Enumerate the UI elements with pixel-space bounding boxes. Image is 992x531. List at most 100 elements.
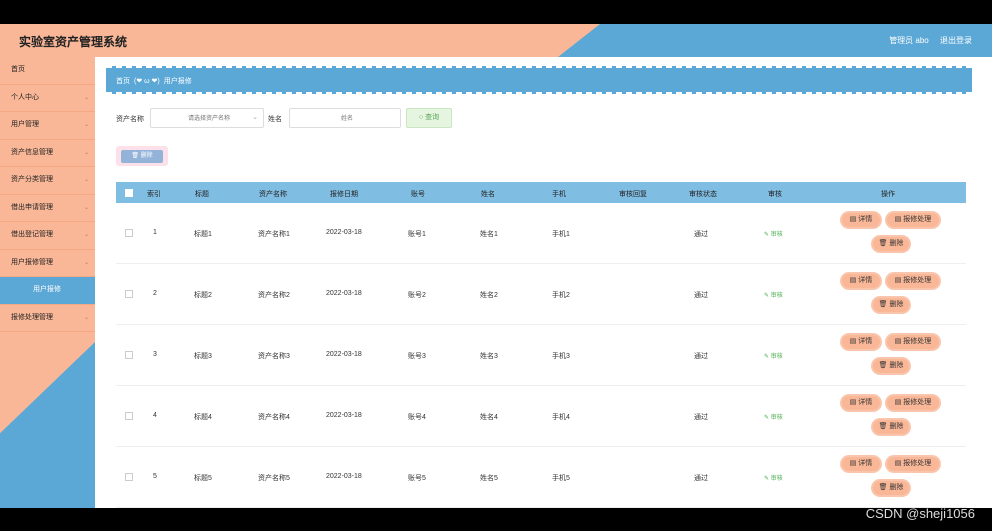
trash-icon: 🗑 <box>131 153 139 159</box>
cell-index: 3 <box>153 351 157 358</box>
name-input[interactable] <box>290 109 404 129</box>
chevron-down-icon: ⌄ <box>83 314 89 321</box>
query-button[interactable]: ○ 查询 <box>406 108 452 128</box>
row-checkbox[interactable] <box>125 412 133 420</box>
detail-button[interactable]: ▤ 详情 <box>842 396 880 410</box>
asset-name-label: 资产名称 <box>116 116 144 123</box>
cell-account: 账号3 <box>408 353 426 360</box>
document-icon: ▤ <box>894 399 902 406</box>
col-asset: 资产名称 <box>259 191 287 198</box>
asset-name-select[interactable]: ⌄ <box>150 108 267 129</box>
sidebar-item-label: 资产分类管理 <box>11 176 53 183</box>
chevron-down-icon: ⌄ <box>83 149 89 156</box>
name-field[interactable] <box>289 108 404 129</box>
trash-icon: 🗑 <box>878 240 888 247</box>
document-icon: ▤ <box>894 460 902 467</box>
cell-asset: 资产名称1 <box>258 231 290 238</box>
cell-phone: 手机5 <box>552 475 570 482</box>
app-window: 实验室资产管理系统 管理员 abo 退出登录 首页 个人中心 ⌄ 用户管理 ⌄ 资产信息管… <box>0 24 992 508</box>
audit-link[interactable]: ✎ 审核 <box>764 412 783 421</box>
trash-icon: 🗑 <box>878 484 888 491</box>
delete-button[interactable]: 🗑 删除 <box>873 481 909 495</box>
col-phone: 手机 <box>552 191 566 198</box>
delete-button[interactable]: 🗑 删除 <box>873 237 909 251</box>
cell-status: 通过 <box>694 475 708 482</box>
chevron-down-icon: ⌄ <box>83 94 89 101</box>
cell-title: 标题3 <box>194 353 212 360</box>
cell-name: 姓名2 <box>480 292 498 299</box>
row-checkbox[interactable] <box>125 473 133 481</box>
table-row: 2 标题2 资产名称2 2022-03-18 账号2 姓名2 手机2 通过 ✎ 审核 ▤ 详情 ▤ … <box>116 264 966 325</box>
cell-index: 1 <box>153 229 157 236</box>
sidebar-item[interactable]: 用户报修管理 ⌄ <box>0 250 95 277</box>
cell-status: 通过 <box>694 231 708 238</box>
repair-button[interactable]: ▤ 报修处理 <box>887 457 939 471</box>
detail-label: 详情 <box>858 460 873 467</box>
delete-button[interactable]: 🗑 删除 <box>873 298 909 312</box>
chevron-down-icon: ⌄ <box>83 204 89 211</box>
edit-icon: ✎ <box>764 476 770 482</box>
cell-date: 2022-03-18 <box>326 229 362 236</box>
audit-link[interactable]: ✎ 审核 <box>764 229 783 238</box>
detail-button[interactable]: ▤ 详情 <box>842 213 880 227</box>
sidebar-item[interactable]: 资产分类管理 ⌄ <box>0 167 95 195</box>
chevron-down-icon: ⌄ <box>83 259 89 266</box>
audit-link-label: 审核 <box>770 415 783 421</box>
search-icon: ○ <box>418 114 424 121</box>
chevron-down-icon: ⌄ <box>252 114 258 121</box>
cell-asset: 资产名称5 <box>258 475 290 482</box>
delete-label: 删除 <box>889 362 904 369</box>
asset-name-input[interactable] <box>151 109 267 129</box>
cell-account: 账号5 <box>408 475 426 482</box>
cell-status: 通过 <box>694 414 708 421</box>
repair-table: 索引 标题 资产名称 报修日期 账号 姓名 手机 审核回复 审核状态 审核 操作… <box>116 182 966 508</box>
cell-index: 4 <box>153 412 157 419</box>
delete-button[interactable]: 🗑 删除 <box>873 359 909 373</box>
sidebar-item[interactable]: 个人中心 ⌄ <box>0 85 95 112</box>
select-all-checkbox[interactable] <box>125 189 133 197</box>
detail-icon: ▤ <box>849 277 857 284</box>
cell-phone: 手机4 <box>552 414 570 421</box>
delete-button[interactable]: 🗑 删除 <box>873 420 909 434</box>
cell-phone: 手机3 <box>552 353 570 360</box>
repair-button[interactable]: ▤ 报修处理 <box>887 396 939 410</box>
repair-button[interactable]: ▤ 报修处理 <box>887 274 939 288</box>
detail-button[interactable]: ▤ 详情 <box>842 457 880 471</box>
sidebar-item[interactable]: 资产信息管理 ⌄ <box>0 140 95 167</box>
sidebar-item[interactable]: 借出登记管理 ⌄ <box>0 222 95 250</box>
edit-icon: ✎ <box>764 354 770 360</box>
row-checkbox[interactable] <box>125 351 133 359</box>
trash-icon: 🗑 <box>878 301 888 308</box>
audit-link[interactable]: ✎ 审核 <box>764 290 783 299</box>
audit-link[interactable]: ✎ 审核 <box>764 473 783 482</box>
breadcrumb-home[interactable]: 首页 <box>116 78 130 85</box>
sidebar-item[interactable]: 借出申请管理 ⌄ <box>0 195 95 222</box>
detail-label: 详情 <box>858 338 873 345</box>
logout-link[interactable]: 退出登录 <box>940 36 972 45</box>
repair-label: 报修处理 <box>903 216 932 223</box>
table-row: 5 标题5 资产名称5 2022-03-18 账号5 姓名5 手机5 通过 ✎ 审核 ▤ 详情 ▤ … <box>116 447 966 508</box>
detail-button[interactable]: ▤ 详情 <box>842 335 880 349</box>
trash-icon: 🗑 <box>878 362 888 369</box>
row-checkbox[interactable] <box>125 229 133 237</box>
audit-link-label: 审核 <box>770 354 783 360</box>
audit-link-label: 审核 <box>770 232 783 238</box>
detail-button[interactable]: ▤ 详情 <box>842 274 880 288</box>
detail-icon: ▤ <box>849 338 857 345</box>
sidebar-item[interactable]: 报修处理管理 ⌄ <box>0 305 95 332</box>
audit-link[interactable]: ✎ 审核 <box>764 351 783 360</box>
sidebar-item[interactable]: 首页 <box>0 57 95 85</box>
batch-delete-button[interactable]: 🗑 删除 <box>121 150 163 163</box>
cell-date: 2022-03-18 <box>326 351 362 358</box>
sidebar-item[interactable]: 用户管理 ⌄ <box>0 112 95 140</box>
detail-label: 详情 <box>858 216 873 223</box>
batch-delete-wrapper: 🗑 删除 <box>116 146 168 166</box>
repair-label: 报修处理 <box>903 338 932 345</box>
header-user-area: 管理员 abo 退出登录 <box>880 35 972 46</box>
row-checkbox[interactable] <box>125 290 133 298</box>
col-actions: 操作 <box>881 191 895 198</box>
sidebar-subitem-active[interactable]: 用户报修 <box>0 277 95 305</box>
repair-button[interactable]: ▤ 报修处理 <box>887 335 939 349</box>
repair-button[interactable]: ▤ 报修处理 <box>887 213 939 227</box>
detail-label: 详情 <box>858 277 873 284</box>
